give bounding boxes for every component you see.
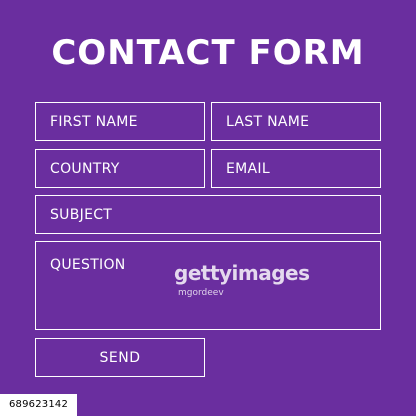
last-name-field[interactable]: LAST NAME xyxy=(211,102,381,141)
subject-placeholder: SUBJECT xyxy=(50,206,113,223)
subject-field[interactable]: SUBJECT xyxy=(35,195,381,234)
first-name-field[interactable]: FIRST NAME xyxy=(35,102,205,141)
first-name-placeholder: FIRST NAME xyxy=(50,113,138,130)
last-name-placeholder: LAST NAME xyxy=(226,113,310,130)
page-title: CONTACT FORM xyxy=(51,33,365,73)
email-placeholder: EMAIL xyxy=(226,160,270,177)
country-field[interactable]: COUNTRY xyxy=(35,149,205,188)
country-placeholder: COUNTRY xyxy=(50,160,120,177)
email-field[interactable]: EMAIL xyxy=(211,149,381,188)
watermark-logo: gettyimages xyxy=(174,261,310,285)
send-button[interactable]: SEND xyxy=(35,338,205,377)
question-placeholder: QUESTION xyxy=(50,257,126,273)
stock-image-id: 689623142 xyxy=(0,394,77,416)
watermark-credit: mgordeev xyxy=(178,288,224,298)
contact-form-page: CONTACT FORM FIRST NAME LAST NAME COUNTR… xyxy=(0,0,416,416)
stock-watermark: gettyimages mgordeev xyxy=(174,261,310,301)
